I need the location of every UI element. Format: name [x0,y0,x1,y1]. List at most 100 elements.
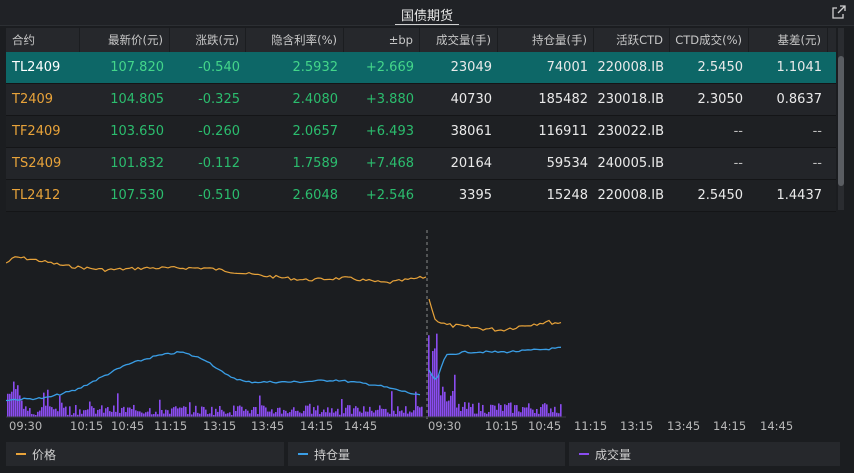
volume-bar [432,351,434,417]
popout-icon[interactable] [832,5,846,19]
volume-bar [223,411,225,417]
volume-bar [51,407,53,417]
volume-bar [163,413,165,417]
cell-bp: +3.880 [365,92,414,107]
volume-bar [83,410,85,417]
cell-contract: TL2412 [12,188,61,203]
header-contract[interactable]: 合约 [6,28,80,52]
cell-contract: TF2409 [12,124,61,139]
header-ctd-trade[interactable]: CTD成交(%) [670,28,749,52]
volume-bar [291,409,293,417]
volume-bar [261,405,263,417]
volume-bar [510,402,512,417]
volume-bar [179,407,181,417]
volume-bar [39,410,41,417]
volume-bar [275,412,277,417]
header-basis[interactable]: 基差(元) [749,28,828,52]
table-row[interactable]: TS2409 101.832 -0.112 1.7589 +7.468 2016… [6,148,836,180]
header-change[interactable]: 涨跌(元) [170,28,246,52]
volume-bar [131,409,133,417]
volume-bar [189,402,191,417]
volume-bar [29,408,31,417]
intraday-chart [6,230,566,420]
cell-change: -0.112 [198,156,240,171]
volume-bar [550,408,552,417]
header-volume[interactable]: 成交量(手) [420,28,498,52]
volume-bar [540,407,542,417]
table-row[interactable]: TL2412 107.530 -0.510 2.6048 +2.546 3395… [6,180,836,212]
header-price[interactable]: 最新价(元) [80,28,170,52]
volume-bar [283,409,285,417]
volume-bar [267,411,269,417]
header-implied-rate[interactable]: 隐含利率(%) [246,28,344,52]
volume-bar [472,403,474,417]
cell-ctd-trade: 2.5450 [697,188,744,203]
volume-bars [7,333,562,417]
volume-bar [367,411,369,417]
volume-bar [468,402,470,417]
x-tick: 14:45 [344,419,378,433]
volume-bar [215,408,217,417]
volume-bar [145,412,147,417]
cell-contract: TL2409 [12,60,61,75]
volume-bar [365,411,367,417]
open-interest-line [6,346,562,402]
volume-bar [289,412,291,417]
header-ctd[interactable]: 活跃CTD [594,28,670,52]
volume-bar [159,399,161,417]
cell-rate: 2.0657 [292,124,339,139]
volume-bar [401,410,403,417]
cell-basis: 1.1041 [776,60,823,75]
volume-bar [337,408,339,417]
legend-swatch [579,453,589,455]
x-tick: 11:15 [574,419,608,433]
x-tick: 10:45 [111,419,145,433]
cell-change: -0.510 [198,188,240,203]
volume-bar [271,409,273,417]
legend-price[interactable]: 价格 [6,442,284,466]
legend-open-interest[interactable]: 持仓量 [288,442,565,466]
legend-volume[interactable]: 成交量 [569,442,840,466]
volume-bar [428,335,430,417]
volume-bar [528,403,530,417]
table-scrollbar[interactable] [838,28,844,210]
header-bp[interactable]: ±bp [344,28,420,52]
table-row[interactable]: T2409 104.805 -0.325 2.4080 +3.880 40730… [6,84,836,116]
table-row[interactable]: TL2409 107.820 -0.540 2.5932 +2.669 2304… [6,52,836,84]
volume-bar [287,413,289,417]
x-tick: 11:15 [154,419,188,433]
volume-bar [343,413,345,417]
volume-bar [185,406,187,417]
cell-basis: -- [812,156,822,171]
volume-bar [27,410,29,417]
volume-bar [490,404,492,417]
volume-bar [75,405,77,417]
volume-bar [419,407,421,417]
volume-bar [548,413,550,417]
title-bar: 国债期货 [0,0,854,26]
scrollbar-thumb[interactable] [838,56,844,186]
cell-bp: +2.669 [365,60,414,75]
volume-bar [105,408,107,417]
volume-bar [265,407,267,417]
volume-bar [23,408,25,417]
volume-bar [391,391,393,417]
volume-bar [293,407,295,417]
volume-bar [355,406,357,417]
cell-price: 101.832 [110,156,164,171]
volume-bar [544,403,546,417]
volume-bar [125,412,127,417]
cell-oi: 185482 [538,92,588,107]
volume-bar [11,391,13,417]
cell-oi: 74001 [546,60,588,75]
volume-bar [405,406,407,417]
volume-bar [209,413,211,417]
header-open-interest[interactable]: 持仓量(手) [498,28,594,52]
cell-bp: +7.468 [365,156,414,171]
volume-bar [357,407,359,417]
table-row[interactable]: TF2409 103.650 -0.260 2.0657 +6.493 3806… [6,116,836,148]
cell-rate: 2.5932 [292,60,339,75]
volume-bar [373,412,375,417]
legend-swatch [298,453,308,455]
cell-bp: +6.493 [365,124,414,139]
